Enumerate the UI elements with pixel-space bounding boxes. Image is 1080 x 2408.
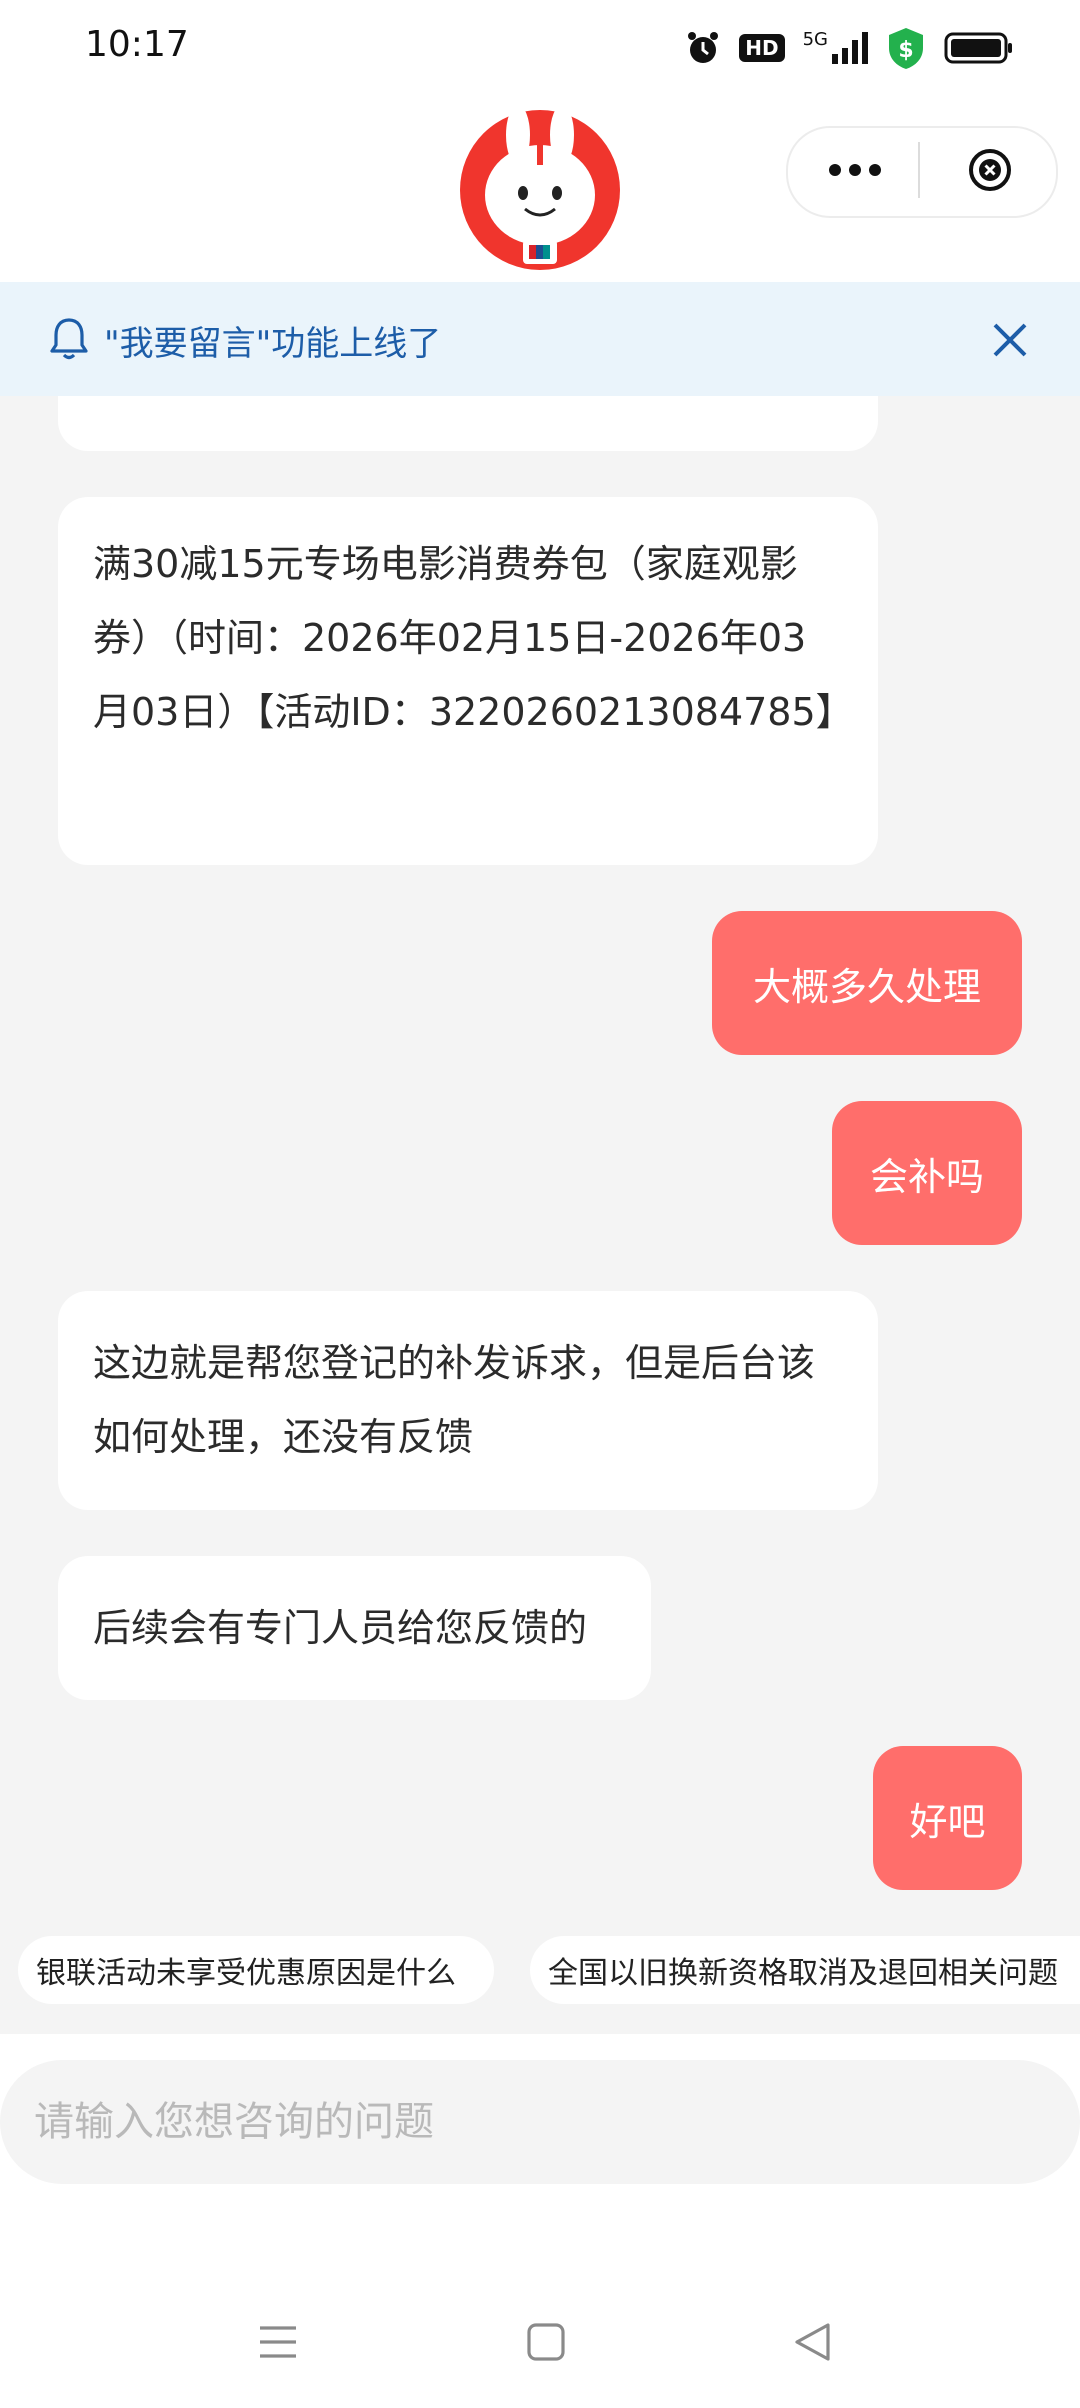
suggestion-chip[interactable]: 银联活动未享受优惠原因是什么 xyxy=(18,1936,494,2004)
notice-close-button[interactable] xyxy=(984,314,1036,366)
nav-menu-button[interactable] xyxy=(238,2302,318,2382)
message-bubble-service: 后续会有专门人员给您反馈的 xyxy=(58,1556,651,1700)
close-circle-icon xyxy=(969,149,1011,191)
signal-icon xyxy=(832,32,868,64)
bell-icon xyxy=(50,318,88,360)
message-text: 会补吗 xyxy=(869,1154,984,1199)
message-bubble-user: 大概多久处理 xyxy=(712,911,1022,1055)
status-time: 10:17 xyxy=(85,24,189,65)
message-bubble-partial xyxy=(58,396,878,451)
question-input[interactable] xyxy=(0,2060,1080,2184)
close-icon xyxy=(993,323,1027,357)
alarm-icon xyxy=(688,32,719,63)
back-triangle-icon xyxy=(795,2323,830,2361)
home-square-icon xyxy=(527,2323,565,2361)
close-mini-app-button[interactable] xyxy=(940,130,1040,210)
mascot-avatar xyxy=(460,105,620,270)
network-type-label: 5G xyxy=(802,29,828,50)
nav-home-button[interactable] xyxy=(506,2302,586,2382)
message-text: 满30减15元专场电影消费券包（家庭观影券）（时间：2026年02月15日-20… xyxy=(93,542,854,734)
security-shield-icon: $ xyxy=(889,28,923,69)
suggestion-chip[interactable]: 全国以旧换新资格取消及退回相关问题 xyxy=(530,1936,1080,2004)
notice-text[interactable]: "我要留言"功能上线了 xyxy=(104,316,441,365)
message-bubble-service: 这边就是帮您登记的补发诉求，但是后台该如何处理，还没有反馈 xyxy=(58,1291,878,1510)
message-bubble-user: 会补吗 xyxy=(832,1101,1022,1245)
capsule-divider xyxy=(918,142,920,198)
message-text: 大概多久处理 xyxy=(752,964,981,1009)
message-text: 后续会有专门人员给您反馈的 xyxy=(93,1606,588,1650)
more-options-button[interactable] xyxy=(800,130,910,210)
more-dots-icon xyxy=(829,164,881,176)
svg-text:$: $ xyxy=(898,38,913,63)
menu-icon xyxy=(260,2326,296,2358)
message-text: 这边就是帮您登记的补发诉求，但是后台该如何处理，还没有反馈 xyxy=(93,1341,816,1459)
nav-back-button[interactable] xyxy=(772,2302,852,2382)
message-bubble-service: 满30减15元专场电影消费券包（家庭观影券）（时间：2026年02月15日-20… xyxy=(58,497,878,865)
battery-icon xyxy=(944,32,1012,64)
message-bubble-user: 好吧 xyxy=(873,1746,1022,1890)
status-icons: HD 5G $ xyxy=(685,26,1014,70)
message-text: 好吧 xyxy=(909,1799,986,1844)
hd-voice-icon: HD xyxy=(739,34,785,62)
